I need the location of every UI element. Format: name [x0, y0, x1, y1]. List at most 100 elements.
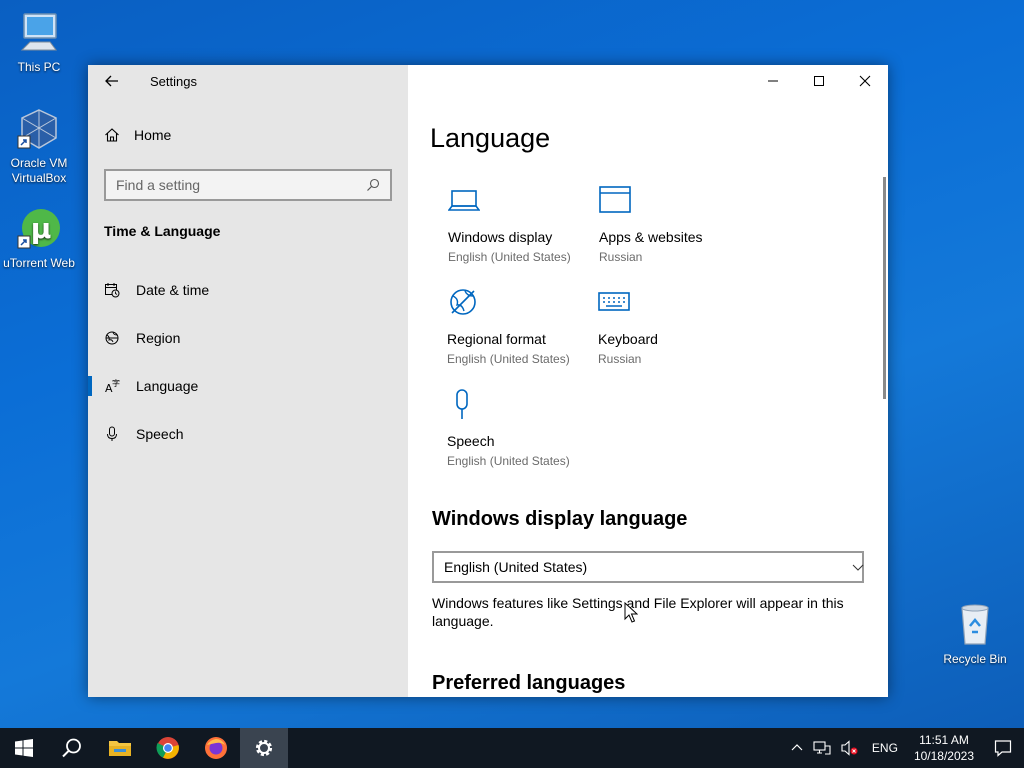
desktop-icon-this-pc[interactable]: This PC [0, 10, 78, 75]
this-pc-icon [20, 13, 57, 51]
scrollbar[interactable] [883, 177, 886, 399]
home-nav-item[interactable]: Home [104, 127, 171, 143]
desktop-icon-virtualbox[interactable]: Oracle VM VirtualBox [0, 106, 78, 186]
input-language-indicator[interactable]: ENG [864, 728, 906, 768]
sidebar-item-region[interactable]: Region [88, 318, 408, 358]
taskbar-settings[interactable] [240, 728, 288, 768]
clock-time: 11:51 AM [919, 733, 969, 747]
display-language-value: English (United States) [444, 559, 588, 575]
regional-format-icon [447, 287, 587, 321]
tile-name: Windows display [448, 229, 553, 245]
chevron-down-icon [852, 564, 864, 571]
maximize-button[interactable] [796, 65, 842, 97]
start-icon [15, 739, 33, 757]
system-tray: ENG 11:51 AM 10/18/2023 [786, 728, 1024, 768]
preferred-languages-heading: Preferred languages [432, 672, 626, 694]
tile-name: Keyboard [598, 331, 658, 347]
language-icon: A 字 [104, 378, 120, 394]
tile-value: English (United States) [447, 454, 570, 468]
notification-icon [994, 740, 1012, 757]
volume-muted-icon [841, 740, 858, 756]
region-globe-icon [104, 330, 120, 346]
volume-button[interactable] [836, 728, 864, 768]
settings-main: Language Windows display English (United… [408, 65, 888, 697]
close-button[interactable] [842, 65, 888, 97]
tile-value: English (United States) [447, 352, 570, 366]
window-icon [599, 185, 739, 219]
show-hidden-icons-button[interactable] [786, 728, 808, 768]
sidebar-item-label: Language [136, 378, 199, 394]
display-language-dropdown[interactable]: English (United States) [432, 551, 864, 583]
tile-apps-websites[interactable]: Apps & websites Russian [599, 185, 739, 264]
page-title: Language [430, 123, 551, 153]
back-button[interactable] [102, 71, 122, 91]
tile-name: Speech [447, 433, 495, 449]
desktop-icon-label: Recycle Bin [943, 652, 1007, 666]
tile-regional-format[interactable]: Regional format English (United States) [447, 287, 587, 366]
home-icon [105, 128, 119, 142]
maximize-icon [814, 76, 824, 86]
laptop-icon [447, 185, 588, 219]
arrow-left-icon [105, 75, 118, 87]
minimize-button[interactable] [750, 65, 796, 97]
desktop-icon-label: uTorrent Web [3, 256, 75, 270]
microphone-icon [447, 389, 587, 423]
taskbar: ENG 11:51 AM 10/18/2023 [0, 728, 1024, 768]
sidebar-item-date-time[interactable]: Date & time [88, 270, 408, 310]
tile-windows-display[interactable]: Windows display English (United States) [447, 185, 588, 264]
tile-value: Russian [598, 352, 642, 366]
sidebar-item-speech[interactable]: Speech [88, 414, 408, 454]
file-explorer-icon [109, 741, 131, 756]
notifications-button[interactable] [982, 728, 1024, 768]
network-icon [813, 741, 831, 755]
svg-text:字: 字 [112, 378, 120, 388]
home-label: Home [134, 127, 172, 143]
window-title: Settings [150, 74, 197, 89]
desktop-icon-recycle-bin[interactable]: Recycle Bin [936, 602, 1014, 667]
search-icon [367, 178, 380, 191]
taskbar-firefox[interactable] [192, 728, 240, 768]
taskbar-search-button[interactable] [48, 728, 96, 768]
tile-speech[interactable]: Speech English (United States) [447, 389, 587, 468]
start-button[interactable] [0, 728, 48, 768]
utorrent-icon: µ [17, 209, 60, 249]
settings-window: Settings Home Time & Language [88, 65, 888, 697]
settings-gear-icon [255, 739, 273, 757]
settings-sidebar: Settings Home Time & Language [88, 65, 408, 697]
display-language-description: Windows features like Settings and File … [432, 595, 844, 629]
tile-keyboard[interactable]: Keyboard Russian [598, 287, 738, 366]
network-button[interactable] [808, 728, 836, 768]
tile-value: Russian [599, 250, 643, 264]
desktop-icon-label: This PC [17, 60, 61, 74]
tile-name: Apps & websites [599, 229, 703, 245]
search-icon [62, 738, 81, 758]
sidebar-item-label: Region [136, 330, 181, 346]
minimize-icon [768, 80, 778, 82]
clock-date: 10/18/2023 [913, 749, 974, 763]
chevron-up-icon [791, 744, 803, 751]
microphone-icon [104, 426, 120, 442]
sidebar-item-label: Speech [136, 426, 184, 442]
display-language-heading: Windows display language [432, 508, 688, 530]
keyboard-icon [598, 287, 738, 321]
tile-value: English (United States) [448, 250, 571, 264]
desktop-icon-label: Oracle VM VirtualBox [10, 156, 68, 185]
taskbar-file-explorer[interactable] [96, 728, 144, 768]
virtualbox-icon [17, 109, 57, 149]
recycle-bin-icon [961, 604, 989, 645]
calendar-clock-icon [104, 282, 120, 298]
section-title: Time & Language [104, 223, 221, 239]
desktop-icon-utorrent[interactable]: µ uTorrent Web [0, 206, 78, 271]
svg-text:µ: µ [31, 212, 52, 245]
sidebar-item-label: Date & time [136, 282, 210, 298]
sidebar-item-language[interactable]: A 字 Language [88, 366, 408, 406]
firefox-icon [205, 737, 227, 759]
chrome-icon [156, 737, 179, 759]
search-box[interactable] [104, 169, 392, 201]
clock[interactable]: 11:51 AM 10/18/2023 [906, 732, 982, 764]
mouse-cursor-icon [624, 602, 638, 623]
taskbar-chrome[interactable] [144, 728, 192, 768]
close-icon [859, 75, 871, 87]
tile-name: Regional format [447, 331, 546, 347]
search-input[interactable] [116, 177, 366, 193]
